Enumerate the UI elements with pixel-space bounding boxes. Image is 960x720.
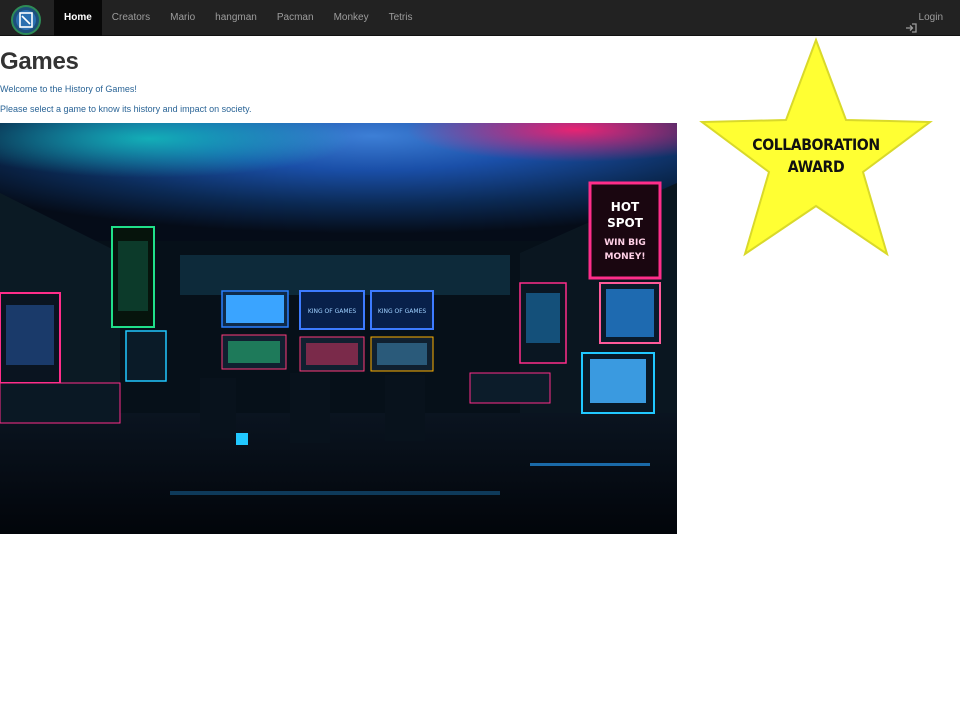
screen-text-2: KING OF GAMES [378,308,427,315]
login-link[interactable]: Login [905,0,943,36]
collaboration-award-badge: COLLABORATION AWARD [698,36,934,260]
nav-menu: Home Creators Mario hangman Pacman Monke… [54,0,422,36]
marquee-text-4: MONEY! [605,252,646,262]
nav-item-creators[interactable]: Creators [102,0,160,36]
nav-item-home[interactable]: Home [54,0,102,36]
screen-text-1: KING OF GAMES [308,308,357,315]
arcade-room-image: KING OF GAMES KING OF GAMES HOT SPOT WIN… [0,123,677,534]
marquee-text-1: HOT [611,200,640,214]
instruction-text: Please select a game to know its history… [0,104,252,114]
site-logo[interactable] [10,4,42,36]
nav-item-hangman[interactable]: hangman [205,0,267,36]
award-label: COLLABORATION AWARD [712,134,920,178]
marquee-text-3: WIN BIG [604,238,646,248]
nav-item-monkey[interactable]: Monkey [324,0,379,36]
nav-item-tetris[interactable]: Tetris [379,0,423,36]
marquee-text-2: SPOT [607,216,644,230]
welcome-text: Welcome to the History of Games! [0,84,137,94]
login-icon [905,13,917,33]
nav-item-mario[interactable]: Mario [160,0,205,36]
top-navbar: Home Creators Mario hangman Pacman Monke… [0,0,960,36]
page-title: Games [0,48,79,75]
nav-item-pacman[interactable]: Pacman [267,0,324,36]
award-line-2: AWARD [787,157,845,176]
login-label: Login [918,12,943,23]
award-line-1: COLLABORATION [752,135,880,154]
